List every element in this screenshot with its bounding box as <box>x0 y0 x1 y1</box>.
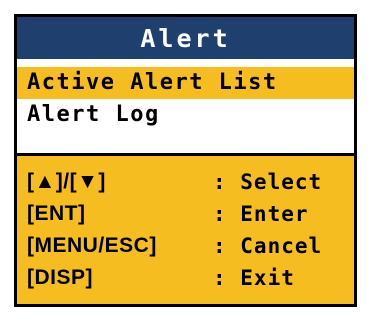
key-name-ent: [ENT] <box>27 202 86 225</box>
key-guide-row-exit: [DISP] : Exit <box>17 262 354 294</box>
key-action-enter: : Enter <box>213 202 309 226</box>
alert-menu: Active Alert List Alert Log <box>17 67 354 131</box>
alert-window: Alert Active Alert List Alert Log [▲]/[▼… <box>14 14 357 307</box>
key-guide-row-enter: [ENT] : Enter <box>17 198 354 230</box>
key-name-disp: [DISP] <box>27 266 93 289</box>
key-name-menu-esc: [MENU/ESC] <box>27 234 157 257</box>
menu-item-active-alert-list[interactable]: Active Alert List <box>17 67 354 99</box>
key-action-exit: : Exit <box>213 266 295 290</box>
menu-item-label: Active Alert List <box>27 70 278 95</box>
title-bar: Alert <box>17 17 354 59</box>
menu-item-alert-log[interactable]: Alert Log <box>17 99 354 131</box>
key-action-cancel: : Cancel <box>213 234 323 258</box>
key-guide-row-cancel: [MENU/ESC] : Cancel <box>17 230 354 262</box>
menu-item-label: Alert Log <box>27 102 160 127</box>
key-guide-row-select: [▲]/[▼] : Select <box>17 166 354 198</box>
key-guide-panel: [▲]/[▼] : Select [ENT] : Enter [MENU/ESC… <box>17 153 354 304</box>
key-action-select: : Select <box>213 170 323 194</box>
key-name-up-down: [▲]/[▼] <box>27 170 106 193</box>
window-title: Alert <box>140 23 231 53</box>
